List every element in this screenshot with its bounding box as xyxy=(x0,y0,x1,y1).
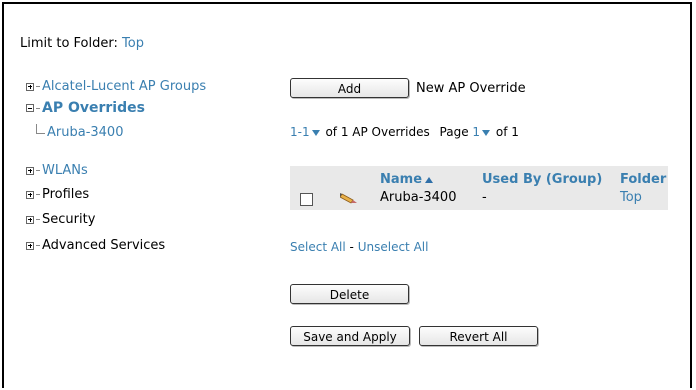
row-folder-link[interactable]: Top xyxy=(620,190,642,205)
sort-ascending-icon[interactable] xyxy=(425,176,434,183)
tree-item-wlans[interactable]: WLANs xyxy=(26,163,88,178)
collapse-icon[interactable] xyxy=(26,104,34,112)
tree-item-ap-overrides[interactable]: AP Overrides xyxy=(26,100,145,116)
tree-connector-icon xyxy=(36,219,40,220)
page-total: of 1 xyxy=(495,125,519,139)
edit-pencil-icon[interactable] xyxy=(340,192,358,204)
revert-all-button[interactable]: Revert All xyxy=(419,326,538,346)
new-ap-override-label: New AP Override xyxy=(416,81,526,96)
tree-connector-icon xyxy=(36,170,40,171)
tree-item-alcatel-ap-groups[interactable]: Alcatel-Lucent AP Groups xyxy=(26,79,206,94)
row-checkbox[interactable] xyxy=(300,193,313,206)
pagination: 1-1 of 1 AP Overrides Page 1 of 1 xyxy=(290,125,519,139)
expand-icon[interactable] xyxy=(26,82,34,91)
expand-icon[interactable] xyxy=(26,241,34,250)
tree-item-label[interactable]: Security xyxy=(42,212,95,227)
selection-links: Select All - Unselect All xyxy=(290,240,428,254)
overrides-table: Name Used By (Group) Folder Aruba-3400 -… xyxy=(290,166,668,210)
expand-icon[interactable] xyxy=(26,215,34,224)
page-dropdown-icon[interactable] xyxy=(482,129,491,136)
range-total: of 1 AP Overrides xyxy=(325,125,430,139)
tree-item-advanced-services[interactable]: Advanced Services xyxy=(26,238,165,253)
tree-item-security[interactable]: Security xyxy=(26,212,95,227)
name-column-header[interactable]: Name xyxy=(380,172,434,187)
range-selector[interactable]: 1-1 xyxy=(290,125,310,139)
tree-item-aruba-3400[interactable]: Aruba-3400 xyxy=(36,123,123,140)
selection-separator: - xyxy=(349,240,354,254)
used-by-column-header[interactable]: Used By (Group) xyxy=(482,172,602,187)
tree-item-profiles[interactable]: Profiles xyxy=(26,187,89,202)
row-used-by: - xyxy=(482,190,487,205)
save-and-apply-button[interactable]: Save and Apply xyxy=(290,326,410,346)
tree-connector-icon xyxy=(36,123,45,134)
tree-connector-icon xyxy=(36,245,40,246)
limit-to-folder: Limit to Folder: Top xyxy=(20,36,144,51)
tree-connector-icon xyxy=(36,86,40,87)
tree-item-label[interactable]: Advanced Services xyxy=(42,238,165,253)
page-label: Page xyxy=(439,125,469,139)
unselect-all-link[interactable]: Unselect All xyxy=(358,240,429,254)
limit-folder-link[interactable]: Top xyxy=(122,36,144,51)
tree-item-label[interactable]: Aruba-3400 xyxy=(47,125,123,140)
folder-column-header[interactable]: Folder xyxy=(620,172,666,187)
tree-item-label[interactable]: Alcatel-Lucent AP Groups xyxy=(42,79,206,94)
expand-icon[interactable] xyxy=(26,166,34,175)
tree-connector-icon xyxy=(36,107,40,109)
expand-icon[interactable] xyxy=(26,190,34,199)
tree-connector-icon xyxy=(36,194,40,195)
row-name: Aruba-3400 xyxy=(380,190,457,205)
select-all-link[interactable]: Select All xyxy=(290,240,346,254)
name-header-label[interactable]: Name xyxy=(380,172,422,187)
range-dropdown-icon[interactable] xyxy=(311,129,320,136)
page-selector[interactable]: 1 xyxy=(472,125,480,139)
add-button[interactable]: Add xyxy=(290,78,409,98)
tree-item-label[interactable]: WLANs xyxy=(42,163,88,178)
tree-item-label[interactable]: AP Overrides xyxy=(42,100,145,116)
limit-label: Limit to Folder: xyxy=(20,36,118,51)
tree-item-label[interactable]: Profiles xyxy=(42,187,89,202)
delete-button[interactable]: Delete xyxy=(290,284,409,304)
